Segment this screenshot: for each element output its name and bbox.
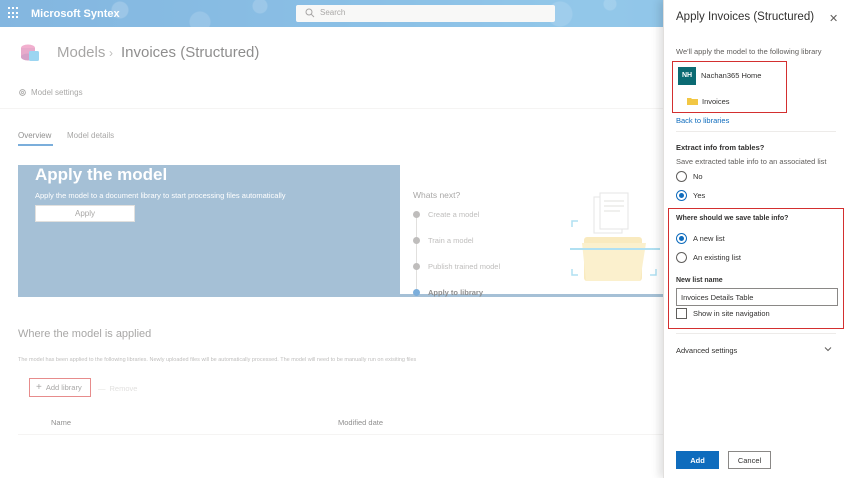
radio-circle-selected [676, 233, 687, 244]
back-to-libraries-link[interactable]: Back to libraries [676, 116, 729, 125]
divider [676, 131, 836, 132]
close-icon[interactable]: ✕ [829, 12, 838, 25]
folder-icon [687, 98, 698, 105]
radio-label: Yes [693, 191, 706, 200]
show-in-navigation-checkbox[interactable]: Show in site navigation [676, 308, 770, 319]
selected-library-box: NH Nachan365 Home Invoices [672, 61, 787, 113]
extract-subtitle: Save extracted table info to an associat… [676, 157, 827, 166]
modal-overlay[interactable] [0, 0, 663, 478]
radio-circle [676, 171, 687, 182]
checkbox-label: Show in site navigation [693, 309, 770, 318]
apply-panel: Apply Invoices (Structured) ✕ We'll appl… [663, 0, 850, 478]
save-option-new-list[interactable]: A new list [676, 233, 725, 244]
site-name: Nachan365 Home [701, 71, 762, 80]
library-name: Invoices [702, 97, 730, 106]
add-button[interactable]: Add [676, 451, 719, 469]
radio-label: A new list [693, 234, 725, 243]
extract-option-no[interactable]: No [676, 171, 703, 182]
divider [676, 333, 836, 334]
radio-label: No [693, 172, 703, 181]
cancel-button[interactable]: Cancel [728, 451, 771, 469]
extract-title: Extract info from tables? [676, 143, 765, 152]
save-table-title: Where should we save table info? [676, 215, 789, 222]
advanced-settings-toggle[interactable]: Advanced settings [676, 346, 737, 355]
site-avatar: NH [678, 67, 696, 85]
checkbox-box [676, 308, 687, 319]
radio-circle-selected [676, 190, 687, 201]
radio-circle [676, 252, 687, 263]
extract-option-yes[interactable]: Yes [676, 190, 705, 201]
radio-label: An existing list [693, 253, 741, 262]
save-option-existing-list[interactable]: An existing list [676, 252, 741, 263]
chevron-down-icon[interactable] [824, 345, 832, 353]
new-list-name-label: New list name [676, 277, 723, 284]
panel-intro: We'll apply the model to the following l… [676, 47, 822, 56]
panel-title: Apply Invoices (Structured) [676, 11, 815, 23]
new-list-name-input[interactable] [676, 288, 838, 306]
